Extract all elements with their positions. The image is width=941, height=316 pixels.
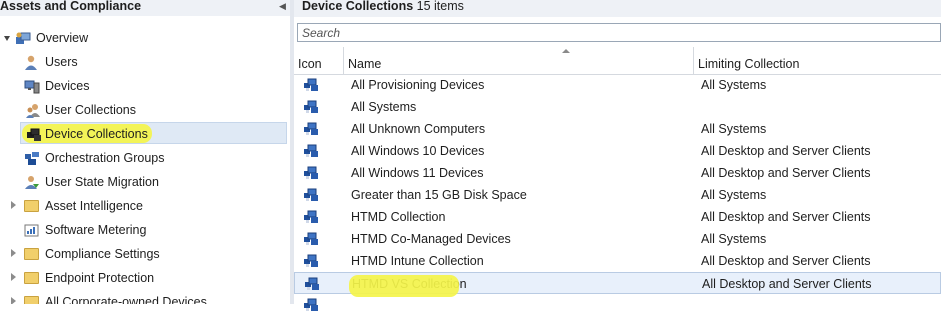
folder-icon <box>24 200 39 212</box>
device-collection-icon <box>303 122 319 136</box>
nav-item-label: Endpoint Protection <box>45 271 155 285</box>
column-header-label: Name <box>348 57 382 71</box>
content-title: Device Collections 15 items <box>302 0 464 13</box>
expand-arrow-icon[interactable] <box>11 249 16 257</box>
grid-header: Icon Name Limiting Collection <box>294 47 941 75</box>
collection-name: All Provisioning Devices <box>351 78 485 92</box>
limiting-collection: All Desktop and Server Clients <box>701 254 871 268</box>
collapse-pane-icon[interactable]: ◀ <box>279 1 286 12</box>
device-collection-icon <box>303 144 319 158</box>
table-row[interactable]: HTMD Co-Managed Devices All Systems <box>294 228 941 250</box>
folder-icon <box>24 296 39 304</box>
collection-name: Greater than 15 GB Disk Space <box>351 188 527 202</box>
nav-title: Assets and Compliance <box>0 0 142 13</box>
nav-item-user-collections[interactable]: User Collections <box>0 100 290 122</box>
search-input[interactable] <box>297 23 941 42</box>
device-collection-icon <box>303 78 319 92</box>
user-icon <box>24 55 39 70</box>
device-collection-icon <box>303 100 319 114</box>
nav-header: Assets and Compliance ◀ <box>0 0 290 16</box>
user-state-migration-icon <box>24 175 39 190</box>
collection-name: HTMD Collection <box>351 210 446 224</box>
collection-name: All Unknown Computers <box>351 122 486 136</box>
device-collection-icon <box>303 298 319 312</box>
limiting-collection: All Desktop and Server Clients <box>701 144 871 158</box>
nav-item-asset-intelligence[interactable]: Asset Intelligence <box>0 196 290 218</box>
collection-name: All Windows 10 Devices <box>351 144 485 158</box>
collection-name: All Systems <box>351 100 417 114</box>
nav-item-label: Device Collections <box>45 127 148 141</box>
device-collection-icon <box>304 277 320 291</box>
collection-name: HTMD Co-Managed Devices <box>351 232 511 246</box>
device-collections-icon <box>26 127 41 142</box>
expanded-arrow-icon[interactable] <box>4 36 10 41</box>
expand-arrow-icon[interactable] <box>11 297 16 304</box>
nav-item-label: Devices <box>45 79 90 93</box>
nav-item-label: Software Metering <box>45 223 147 237</box>
expand-arrow-icon[interactable] <box>11 273 16 281</box>
highlight-marker <box>349 275 459 297</box>
table-row[interactable]: Greater than 15 GB Disk Space All Systems <box>294 184 941 206</box>
column-header-label: Limiting Collection <box>698 57 800 71</box>
limiting-collection: All Desktop and Server Clients <box>702 277 872 291</box>
content-pane: Device Collections 15 items Icon Name Li… <box>294 0 941 311</box>
folder-icon <box>24 248 39 260</box>
column-header-name[interactable]: Name <box>344 47 694 74</box>
limiting-collection: All Systems <box>701 78 767 92</box>
limiting-collection: All Desktop and Server Clients <box>701 210 871 224</box>
table-row[interactable]: All Windows 11 Devices All Desktop and Se… <box>294 162 941 184</box>
nav-item-compliance-settings[interactable]: Compliance Settings <box>0 244 290 266</box>
column-header-icon[interactable]: Icon <box>294 47 344 74</box>
nav-item-label: User State Migration <box>45 175 159 189</box>
collection-name: All Windows 11 Devices <box>351 166 484 180</box>
limiting-collection: All Systems <box>701 188 767 202</box>
collection-title: Device Collections <box>302 0 414 13</box>
table-row[interactable]: All Systems <box>294 96 941 118</box>
nav-item-label: All Corporate-owned Devices <box>45 295 207 304</box>
device-collection-icon <box>303 210 319 224</box>
nav-item-label: Users <box>45 55 78 69</box>
limiting-collection: All Desktop and Server Clients <box>701 166 871 180</box>
device-collection-icon <box>303 166 319 180</box>
user-collections-icon <box>26 103 41 118</box>
nav-item-label: Compliance Settings <box>45 247 160 261</box>
nav-item-users[interactable]: Users <box>0 52 290 74</box>
nav-item-label: Orchestration Groups <box>45 151 165 165</box>
limiting-collection: All Systems <box>701 232 767 246</box>
nav-item-orchestration-groups[interactable]: Orchestration Groups <box>0 148 290 170</box>
device-collection-icon <box>303 188 319 202</box>
content-header: Device Collections 15 items <box>294 0 941 17</box>
column-header-limiting-collection[interactable]: Limiting Collection <box>694 47 941 74</box>
device-collection-icon <box>303 254 319 268</box>
nav-item-device-collections[interactable]: Device Collections <box>0 124 290 146</box>
table-row[interactable]: All Unknown Computers All Systems <box>294 118 941 140</box>
table-row[interactable]: HTMD Intune Collection All Desktop and Se… <box>294 250 941 272</box>
software-metering-icon <box>24 223 39 238</box>
nav-item-software-metering[interactable]: Software Metering <box>0 220 290 242</box>
column-header-label: Icon <box>298 57 322 71</box>
nav-item-label: Asset Intelligence <box>45 199 143 213</box>
navigation-pane: Assets and Compliance ◀ Overview Users D… <box>0 0 290 304</box>
orchestration-groups-icon <box>24 151 39 166</box>
nav-item-endpoint-protection[interactable]: Endpoint Protection <box>0 268 290 290</box>
limiting-collection: All Systems <box>701 122 767 136</box>
sort-ascending-icon <box>562 49 570 53</box>
table-row[interactable] <box>294 294 941 316</box>
folder-icon <box>24 272 39 284</box>
collection-name: HTMD Intune Collection <box>351 254 484 268</box>
nav-item-label: User Collections <box>45 103 137 117</box>
item-count: 15 items <box>416 0 464 13</box>
nav-item-overview[interactable]: Overview <box>0 28 290 50</box>
nav-item-user-state-migration[interactable]: User State Migration <box>0 172 290 194</box>
table-row[interactable]: HTMD Collection All Desktop and Server Cl… <box>294 206 941 228</box>
table-row[interactable]: All Provisioning Devices All Systems <box>294 74 941 96</box>
nav-item-all-corporate-owned-devices[interactable]: All Corporate-owned Devices <box>0 292 290 304</box>
table-row[interactable]: All Windows 10 Devices All Desktop and Se… <box>294 140 941 162</box>
device-collection-icon <box>303 232 319 246</box>
expand-arrow-icon[interactable] <box>11 201 16 209</box>
devices-icon <box>24 79 40 94</box>
nav-item-devices[interactable]: Devices <box>0 76 290 98</box>
nav-item-label: Overview <box>36 31 89 45</box>
overview-icon <box>15 31 31 46</box>
